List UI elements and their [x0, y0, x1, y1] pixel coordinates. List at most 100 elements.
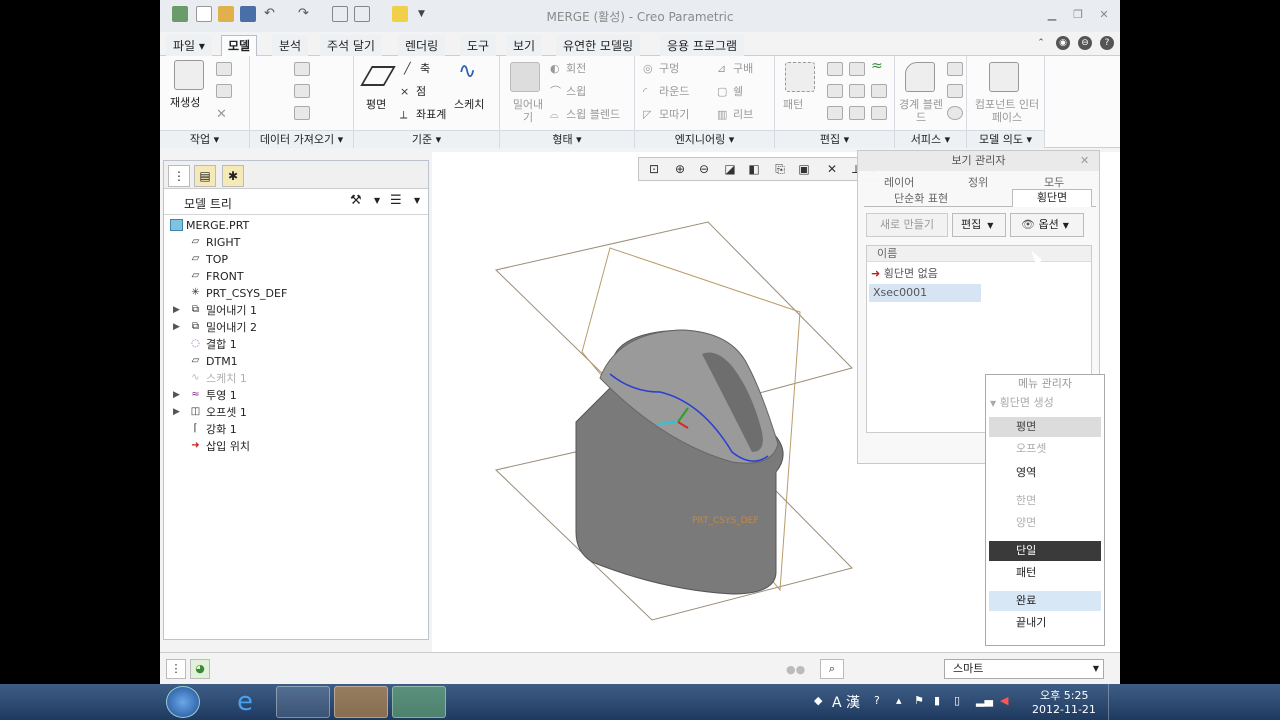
community-icon[interactable]: ⊖: [1078, 36, 1092, 50]
hole-button[interactable]: 구멍: [659, 62, 679, 75]
plane-button[interactable]: 평면: [366, 98, 386, 111]
menu-item-both-sides[interactable]: 양면: [989, 513, 1101, 533]
trim-icon[interactable]: [827, 84, 843, 98]
xsec-item-xsec0001[interactable]: Xsec0001: [869, 284, 981, 302]
rib-button[interactable]: 리브: [733, 108, 753, 121]
help-icon[interactable]: ?: [1100, 36, 1114, 50]
tree-item-extrude-1[interactable]: ▶ ⧉ 밀어내기 1: [164, 302, 424, 319]
internet-explorer-icon[interactable]: e: [218, 686, 272, 718]
tree-item-sketch-1[interactable]: ∿ 스케치 1: [164, 370, 424, 387]
battery-icon[interactable]: ▯: [954, 694, 960, 707]
engineering-group-label[interactable]: 엔지니어링 ▾: [635, 130, 774, 148]
tree-settings-icon[interactable]: ⚒: [350, 193, 362, 208]
tree-item-project-1[interactable]: ▶ ≈ 투영 1: [164, 387, 424, 404]
extend-icon[interactable]: [849, 84, 865, 98]
tab-model[interactable]: 모델: [221, 35, 258, 56]
collapse-ribbon-icon[interactable]: ⌃: [1034, 36, 1048, 50]
zoom-in-icon[interactable]: ⊕: [671, 161, 689, 179]
copy-icon[interactable]: [216, 62, 232, 76]
axis-button[interactable]: 축: [420, 62, 430, 75]
screen-capture-icon[interactable]: ◉: [1056, 36, 1070, 50]
boundary-blend-button[interactable]: 경계 블렌드: [899, 98, 943, 124]
favorites-tab-icon[interactable]: ✱: [222, 165, 244, 187]
show-navigator-icon[interactable]: ⋮: [166, 659, 186, 679]
chamfer-button[interactable]: 모따기: [659, 108, 689, 121]
tree-item-right[interactable]: ▱ RIGHT: [164, 234, 424, 251]
tree-item-insert-here[interactable]: ➜ 삽입 위치: [164, 438, 424, 455]
tab-analysis[interactable]: 분석: [272, 35, 309, 56]
menu-item-pattern[interactable]: 패턴: [989, 563, 1101, 583]
outlook-icon[interactable]: [334, 686, 388, 718]
tab-flexible-modeling[interactable]: 유연한 모델링: [556, 35, 641, 56]
zoom-out-icon[interactable]: ⊖: [695, 161, 713, 179]
selection-filter-dropdown[interactable]: 스마트 ▼: [944, 659, 1104, 679]
swept-blend-button[interactable]: 스윕 블렌드: [566, 108, 620, 121]
tab-xsec[interactable]: 횡단면: [1012, 189, 1092, 207]
menu-item-one-side[interactable]: 한면: [989, 491, 1101, 511]
tab-applications[interactable]: 응용 프로그램: [660, 35, 745, 56]
language-bar-icon[interactable]: ◆: [814, 694, 822, 707]
action-center-icon[interactable]: ⚑: [914, 694, 924, 707]
tab-render[interactable]: 렌더링: [398, 35, 446, 56]
menu-item-region[interactable]: 영역: [989, 463, 1101, 483]
tab-all[interactable]: 모두: [1044, 174, 1064, 190]
refit-icon[interactable]: ⊡: [645, 161, 663, 179]
show-browser-icon[interactable]: ◕: [190, 659, 210, 679]
editing-group-label[interactable]: 편집 ▾: [775, 130, 894, 148]
tab-layers[interactable]: 레이어: [884, 174, 914, 190]
new-xsec-button[interactable]: 새로 만들기: [866, 213, 948, 237]
delete-icon[interactable]: ✕: [216, 108, 227, 121]
tray-chevron-icon[interactable]: ▴: [896, 694, 902, 707]
user-defined-feature-icon[interactable]: [294, 62, 310, 76]
folder-browser-tab-icon[interactable]: ▤: [194, 165, 216, 187]
sketch-button[interactable]: 스케치: [454, 98, 484, 111]
model-intent-group-label[interactable]: 모델 의도 ▾: [967, 130, 1044, 148]
point-button[interactable]: 점: [416, 85, 426, 98]
tree-item-offset-1[interactable]: ▶ ◫ 오프셋 1: [164, 404, 424, 421]
menu-item-single[interactable]: 단일: [989, 541, 1101, 561]
freestyle-icon[interactable]: [947, 106, 963, 120]
surfaces-group-label[interactable]: 서피스 ▾: [895, 130, 966, 148]
tree-item-top[interactable]: ▱ TOP: [164, 251, 424, 268]
menu-item-done[interactable]: 완료: [989, 591, 1101, 611]
thicken-icon[interactable]: [871, 106, 887, 120]
tree-item-front[interactable]: ▱ FRONT: [164, 268, 424, 285]
ime-indicator[interactable]: A 漢: [832, 692, 860, 712]
repaint-icon[interactable]: ◪: [721, 161, 739, 179]
tab-tools[interactable]: 도구: [460, 35, 497, 56]
menu-item-offset[interactable]: 오프셋: [989, 439, 1101, 459]
expand-icon[interactable]: ▶: [173, 302, 183, 319]
get-data-group-label[interactable]: 데이터 가져오기 ▾: [250, 130, 353, 148]
paste-icon[interactable]: [216, 84, 232, 98]
tree-item-thicken-1[interactable]: ⌈ 강화 1: [164, 421, 424, 438]
revolve-button[interactable]: 회전: [566, 62, 586, 75]
close-icon[interactable]: ✕: [1096, 8, 1112, 22]
network-icon[interactable]: ▂▄: [976, 694, 993, 707]
shapes-group-label[interactable]: 형태 ▾: [500, 130, 634, 148]
model-tree-tab-icon[interactable]: ⋮: [168, 165, 190, 187]
power-icon[interactable]: ▮: [934, 694, 940, 707]
mirror-icon[interactable]: [827, 62, 843, 76]
expand-icon[interactable]: ▶: [173, 387, 183, 404]
ime-help-icon[interactable]: ?: [874, 694, 880, 707]
tree-item-merge-prt[interactable]: MERGE.PRT: [164, 217, 424, 234]
tab-view[interactable]: 보기: [506, 35, 543, 56]
shell-button[interactable]: 쉘: [733, 85, 743, 98]
round-button[interactable]: 라운드: [659, 85, 689, 98]
regenerate-button[interactable]: 재생성: [170, 96, 200, 109]
intersect-icon[interactable]: [827, 106, 843, 120]
copy-geometry-icon[interactable]: [294, 84, 310, 98]
start-button-icon[interactable]: [166, 686, 200, 718]
creo-taskbar-icon[interactable]: [392, 686, 446, 718]
expand-icon[interactable]: ▶: [173, 404, 183, 421]
datum-group-label[interactable]: 기준 ▾: [354, 130, 499, 148]
view-manager-close-icon[interactable]: ✕: [1080, 154, 1089, 167]
project-icon[interactable]: ≈: [871, 59, 883, 73]
tab-simp-rep[interactable]: 단순화 표현: [894, 190, 948, 206]
expand-icon[interactable]: ▶: [173, 319, 183, 336]
clock-date[interactable]: 2012-11-21: [1032, 703, 1096, 716]
tree-settings-dropdown-icon[interactable]: ▼: [374, 196, 380, 205]
operations-group-label[interactable]: 작업 ▾: [160, 130, 249, 148]
edit-xsec-button[interactable]: 편집 ▼: [952, 213, 1006, 237]
extrude-button[interactable]: 밀어내기: [508, 98, 548, 124]
